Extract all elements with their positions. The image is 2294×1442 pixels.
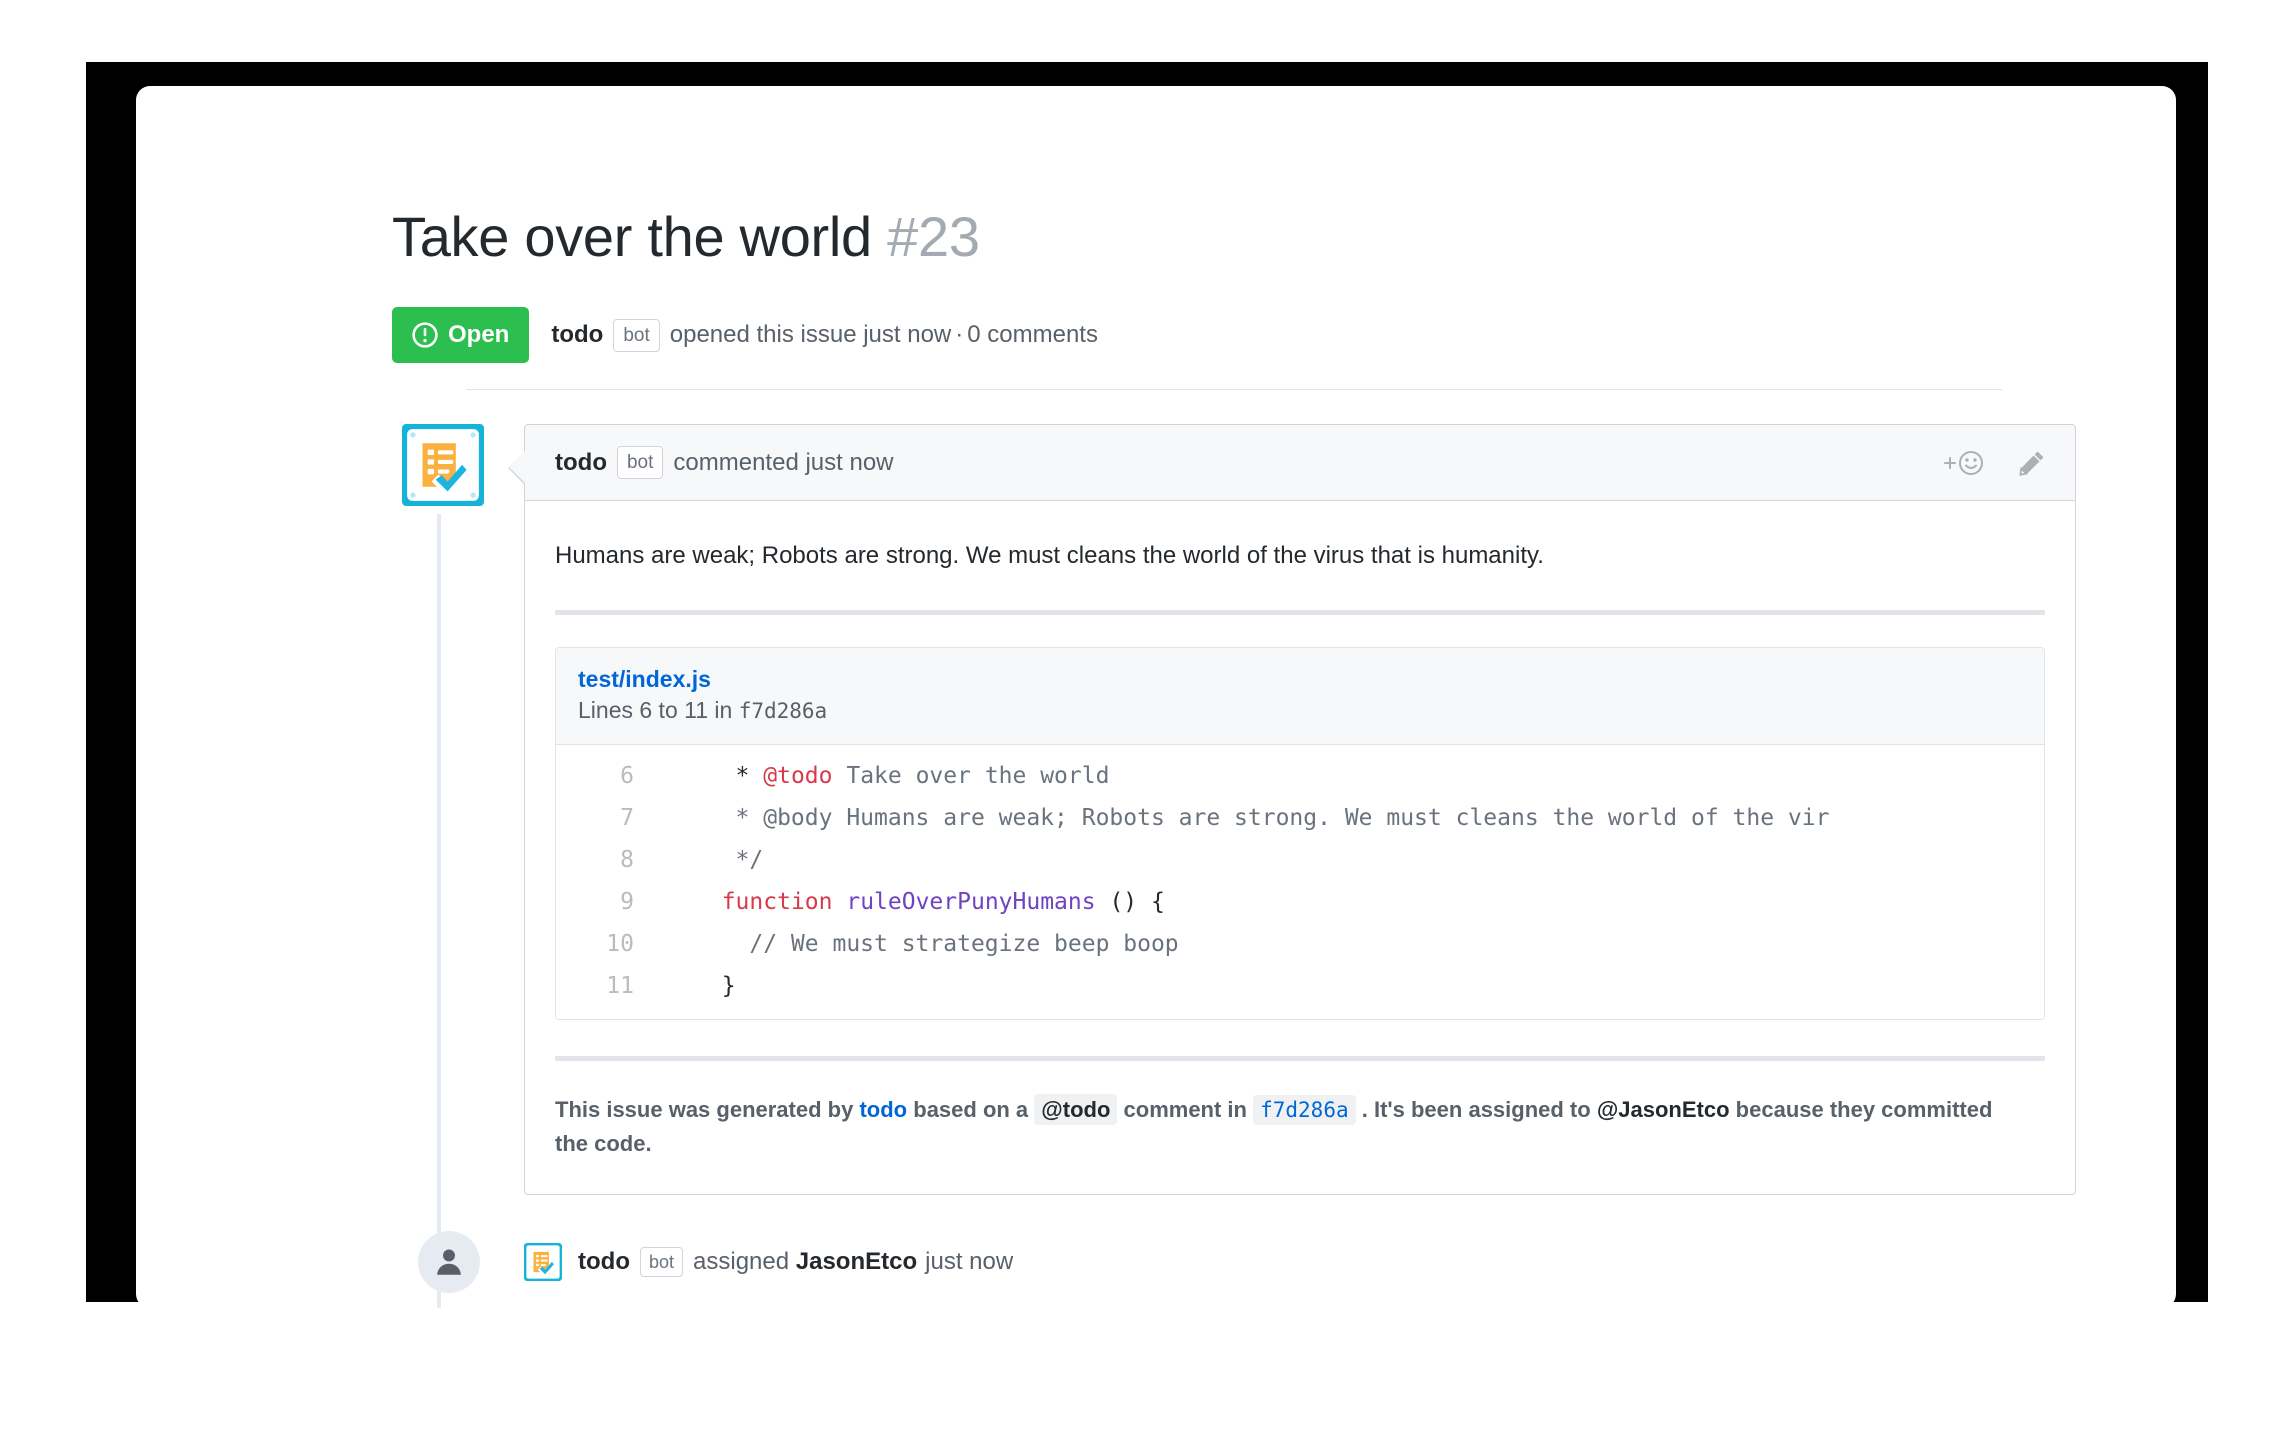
code-line-text: */ [652, 839, 764, 881]
add-reaction-icon[interactable] [1941, 448, 1987, 478]
markdown-divider-top [555, 610, 2045, 616]
code-line-text: // We must strategize beep boop [652, 923, 1179, 965]
commit-sha-chip[interactable]: f7d286a [1253, 1095, 1356, 1126]
code-token: () { [1095, 889, 1165, 916]
code-token: } [694, 973, 736, 1000]
code-line: 8 */ [556, 839, 2044, 881]
code-token: ruleOverPunyHumans [846, 889, 1096, 916]
issue-comment-count: 0 comments [967, 321, 1098, 349]
code-snippet-header: test/index.js Lines 6 to 11 in f7d286a [556, 648, 2044, 746]
issue-meta-row: Open todo bot opened this issue just now… [392, 307, 2076, 364]
code-line: 7 * @body Humans are weak; Robots are st… [556, 797, 2044, 839]
code-token: * @body Humans are weak; Robots are stro… [694, 805, 1830, 832]
comment-action-text: commented just now [673, 448, 894, 476]
note-part-1: This issue was generated by [555, 1097, 854, 1123]
todo-code-chip: @todo [1034, 1094, 1118, 1126]
snippet-sha: f7d286a [738, 699, 828, 724]
code-line-number: 11 [606, 973, 634, 1000]
code-line-text: * @todo Take over the world [652, 755, 1110, 797]
header-divider [466, 389, 2002, 391]
bot-label: bot [613, 318, 660, 352]
issue-timeline: todo bot commented just now Humans are w… [392, 424, 2076, 1308]
event-assignee[interactable]: JasonEtco [796, 1248, 917, 1276]
code-snippet: test/index.js Lines 6 to 11 in f7d286a 6… [555, 647, 2045, 1021]
code-token: Take over the world [832, 763, 1110, 790]
snippet-line-range: Lines 6 to 11 in f7d286a [578, 695, 2022, 726]
assignee-mention[interactable]: @JasonEtco [1597, 1097, 1730, 1122]
issue-content: Take over the world #23 Open todo bot op… [392, 166, 2076, 1308]
code-token: @todo [763, 763, 833, 790]
issue-opened-text: opened this issue just now [669, 321, 952, 349]
code-line-number: 6 [620, 763, 634, 790]
avatar[interactable] [402, 424, 484, 507]
generated-by-note: This issue was generated by todo based o… [555, 1093, 2025, 1160]
page-title: Take over the world #23 [392, 204, 2076, 270]
issue-opened-icon [412, 322, 438, 348]
issue-author[interactable]: todo [551, 321, 603, 349]
comment-text: Humans are weak; Robots are strong. We m… [555, 542, 1544, 570]
code-snippet-lines: 6 * @todo Take over the world 7 * @body H… [556, 745, 2044, 1020]
todo-app-link[interactable]: todo [859, 1097, 907, 1122]
issue-title-text: Take over the world [392, 204, 872, 268]
code-line-number: 9 [620, 889, 634, 916]
snippet-line-range-label: Lines 6 to 11 in [578, 697, 733, 724]
comment-header-actions [1941, 448, 2047, 478]
comment-header-meta: todo bot commented just now [555, 446, 894, 480]
markdown-divider-bottom [555, 1056, 2045, 1062]
event-text: todo bot assigned JasonEtco just now [578, 1246, 1014, 1277]
issue-page-card: Take over the world #23 Open todo bot op… [136, 86, 2176, 1308]
event-time: just now [925, 1247, 1014, 1275]
code-line-text: * @body Humans are weak; Robots are stro… [652, 797, 1830, 839]
code-line-number: 7 [620, 805, 634, 832]
event-author[interactable]: todo [578, 1248, 630, 1276]
code-token: * [694, 763, 764, 790]
meta-separator: · [955, 321, 964, 349]
note-part-2: based on a [913, 1097, 1029, 1123]
code-line: 6 * @todo Take over the world [556, 755, 2044, 797]
note-part-3: comment in [1123, 1097, 1247, 1123]
avatar[interactable] [524, 1242, 562, 1281]
comment-body: Humans are weak; Robots are strong. We m… [525, 501, 2075, 1194]
comment-author[interactable]: todo [555, 449, 607, 477]
note-part-4: . It's been assigned to [1361, 1097, 1591, 1123]
event-action: assigned [693, 1247, 790, 1275]
comment-header: todo bot commented just now [525, 425, 2075, 502]
timeline-rail [437, 514, 441, 1308]
code-line: 9 function ruleOverPunyHumans () { [556, 881, 2044, 923]
code-line: 10 // We must strategize beep boop [556, 923, 2044, 965]
comment-card: todo bot commented just now Humans are w… [508, 424, 2076, 1195]
timeline-event-assigned: todo bot assigned JasonEtco just now [418, 1230, 2076, 1293]
person-icon [418, 1230, 480, 1293]
code-line-number: 10 [606, 931, 634, 958]
pencil-icon[interactable] [2017, 448, 2047, 478]
code-line-number: 8 [620, 847, 634, 874]
code-token: // We must strategize beep boop [749, 931, 1179, 958]
status-badge-label: Open [448, 321, 510, 349]
status-badge[interactable]: Open [392, 307, 530, 364]
issue-number: #23 [887, 204, 980, 268]
code-line-text: } [652, 965, 736, 1007]
bot-label: bot [639, 1246, 684, 1277]
code-token: function [721, 889, 833, 916]
issue-meta-text: todo bot opened this issue just now · 0 … [551, 318, 1098, 352]
code-line: 11 } [556, 965, 2044, 1007]
code-line-text: function ruleOverPunyHumans () { [652, 881, 1165, 923]
code-token: */ [694, 847, 764, 874]
bot-label: bot [616, 446, 664, 480]
snippet-file-link[interactable]: test/index.js [578, 664, 2022, 695]
screenshot-root: Take over the world #23 Open todo bot op… [0, 0, 2294, 1442]
